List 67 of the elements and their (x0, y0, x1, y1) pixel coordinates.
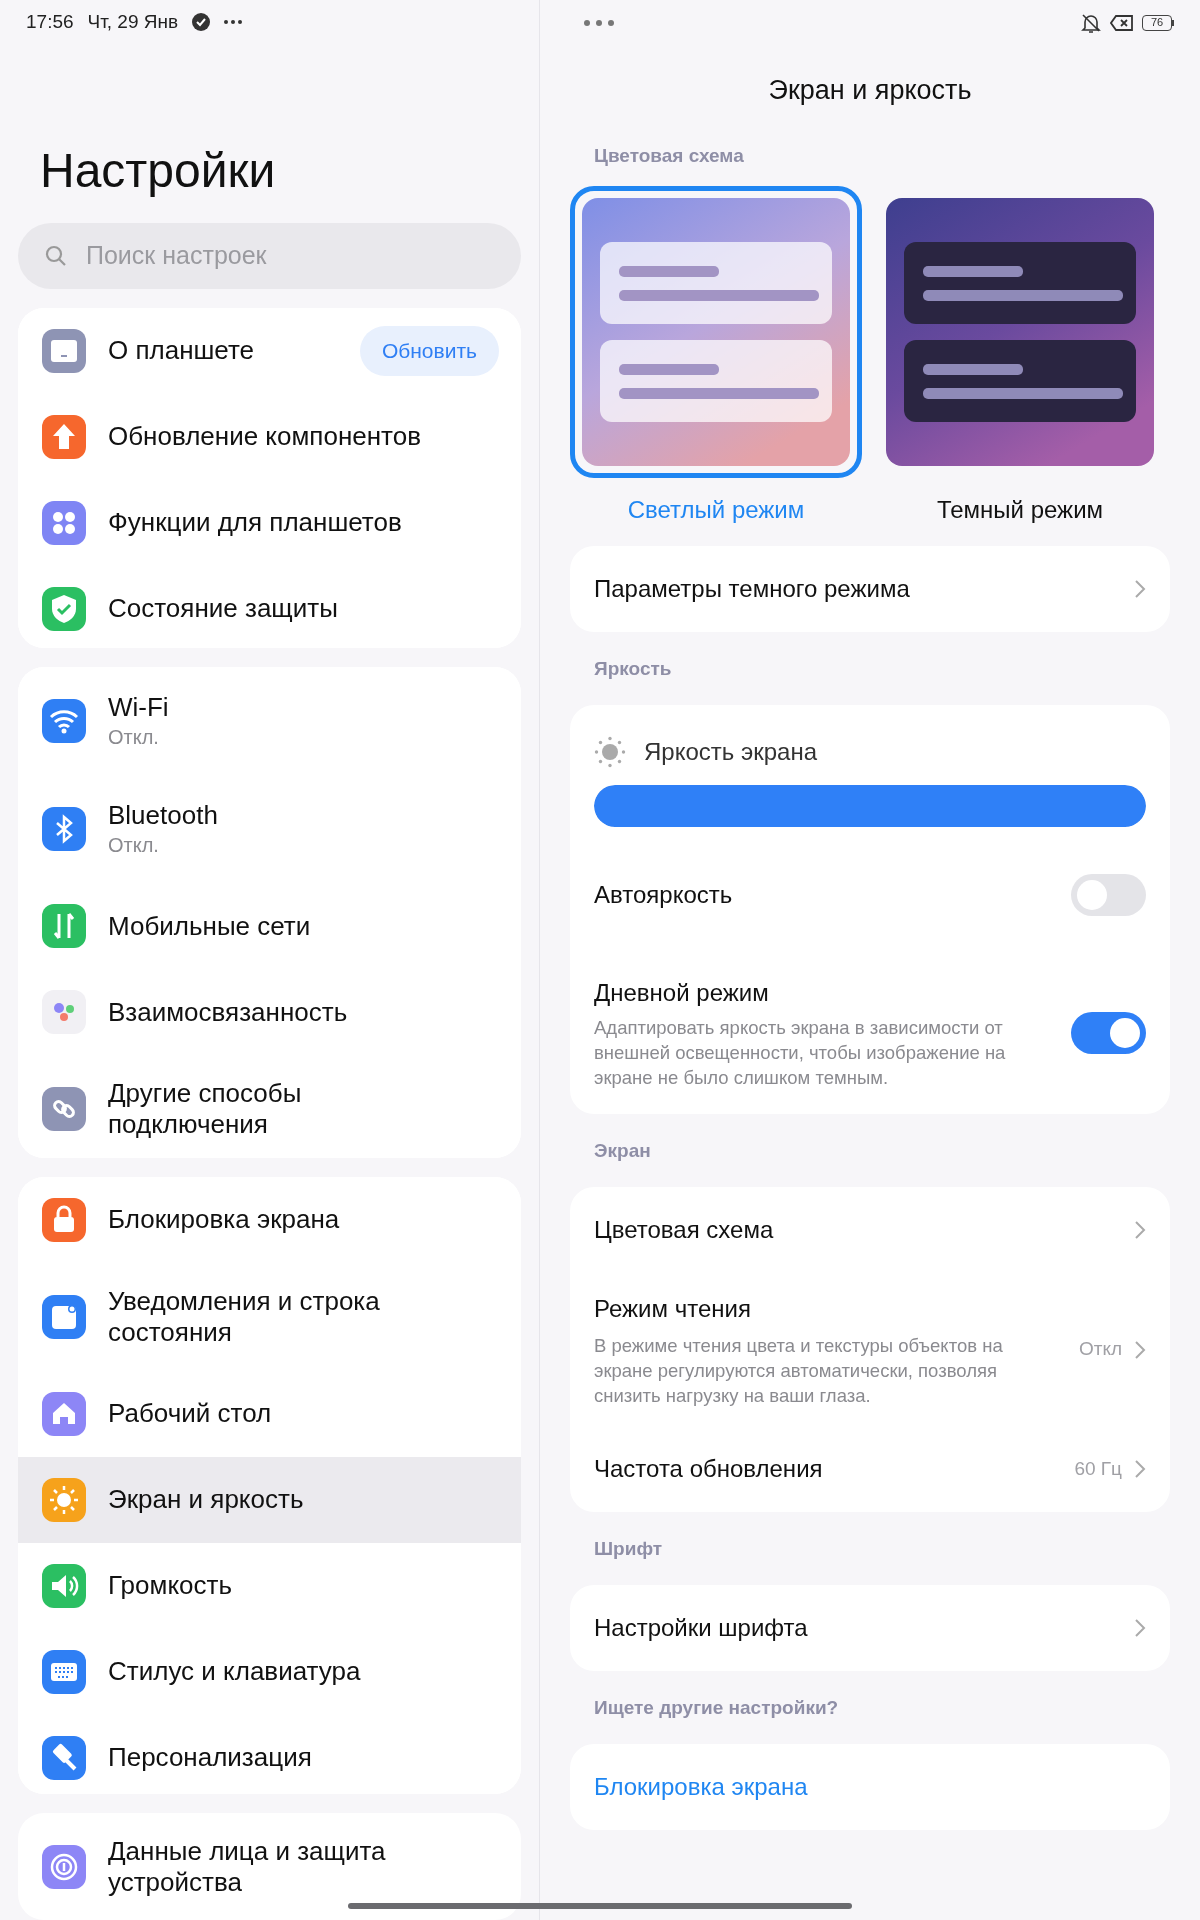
row-label: Настройки шрифта (594, 1613, 809, 1643)
item-status: Откл. (108, 832, 159, 858)
chevron-icon (1134, 1458, 1146, 1480)
item-label: Другие способы подключения (108, 1078, 303, 1140)
search-field[interactable]: Поиск настроек (18, 222, 521, 289)
check-icon (192, 13, 211, 32)
row-value: Откл (1078, 1337, 1122, 1362)
theme-label: Светлый режим (627, 495, 805, 525)
muted-bell-icon (1080, 11, 1102, 34)
setting-row[interactable]: Частота обновления 60 Гц (570, 1426, 1170, 1512)
row-label: Цветовая схема (594, 1215, 775, 1245)
item-label: Данные лица и защита устройства (108, 1836, 387, 1899)
section-header: Шрифт (594, 1537, 663, 1562)
row-label: Режим чтения (594, 1294, 752, 1324)
row-description: Адаптировать яркость экрана в зависимости от внешней освещенности, чтобы изображение на экране не было слишком темным. (594, 1016, 1007, 1090)
chevron-icon (1134, 1617, 1146, 1639)
item-label: Мобильные сети (108, 910, 311, 942)
row-description: В режиме чтения цвета и текстуры объектов на экране регулируются автоматически, позволяя снизить нагрузку на ваши глаза. (594, 1334, 1004, 1408)
item-label: Wi-Fi (108, 691, 169, 723)
toggle-switch[interactable] (1071, 874, 1146, 916)
no-sim-icon (1110, 13, 1134, 32)
page-title: Настройки (40, 142, 276, 199)
section-header: Цветовая схема (594, 143, 744, 168)
slider-label: Яркость экрана (644, 737, 817, 767)
item-label: Экран и яркость (108, 1484, 304, 1516)
item-label: Bluetooth (108, 799, 218, 831)
more-icon (224, 20, 243, 25)
status-time: 17:56 (26, 10, 74, 34)
toggle-switch[interactable] (1071, 1011, 1146, 1054)
setting-row[interactable]: Параметры темного режима (570, 546, 1170, 632)
item-label: Обновление компонентов (108, 421, 421, 453)
chevron-icon (1134, 1338, 1146, 1361)
section-header: Яркость (594, 657, 672, 682)
row-label: Частота обновления (594, 1454, 824, 1484)
setting-row[interactable]: Цветовая схема (570, 1187, 1170, 1273)
status-date: Чт, 29 Янв (87, 10, 179, 34)
row-value: 60 Гц (1074, 1456, 1122, 1481)
item-label: О планшете (108, 335, 255, 367)
chevron-icon (1134, 578, 1146, 600)
brightness-slider[interactable] (594, 785, 1146, 827)
item-label: Уведомления и строка состояния (108, 1285, 381, 1348)
settings-item[interactable]: Экран и яркость (18, 1456, 521, 1543)
setting-row[interactable]: Блокировка экрана (570, 1744, 1170, 1830)
item-label: Функции для планшетов (108, 507, 402, 539)
item-label: Рабочий стол (108, 1398, 272, 1430)
item-label: Стилус и клавиатура (108, 1656, 361, 1688)
item-label: Персонализация (108, 1742, 312, 1774)
setting-row[interactable]: Настройки шрифта (570, 1585, 1170, 1671)
row-label: Блокировка экрана (594, 1772, 809, 1802)
section-header: Ищете другие настройки? (594, 1696, 839, 1721)
theme-label: Темный режим (936, 495, 1104, 525)
section-header: Экран (594, 1139, 651, 1164)
item-label: Блокировка экрана (108, 1204, 340, 1236)
chevron-icon (1134, 1219, 1146, 1241)
item-label: Взаимосвязанность (108, 996, 348, 1028)
row-label: Автояркость (594, 880, 734, 910)
item-label: Громкость (108, 1570, 232, 1602)
brightness-icon (594, 736, 626, 768)
row-label: Дневной режим (594, 978, 770, 1008)
battery-indicator: 76 (1142, 14, 1172, 31)
screen-title: Экран и яркость (768, 74, 972, 108)
setting-row[interactable]: Режим чтения В режиме чтения цвета и текстуры объектов на экране регулируются автоматически, позволяя снизить нагрузку на ваши глаза. Откл (570, 1273, 1170, 1426)
search-icon (44, 243, 68, 268)
pane-handle-icon[interactable] (584, 19, 614, 26)
item-label: Состояние защиты (108, 593, 338, 625)
row-label: Параметры темного режима (594, 574, 911, 604)
item-status: Откл. (108, 724, 159, 750)
